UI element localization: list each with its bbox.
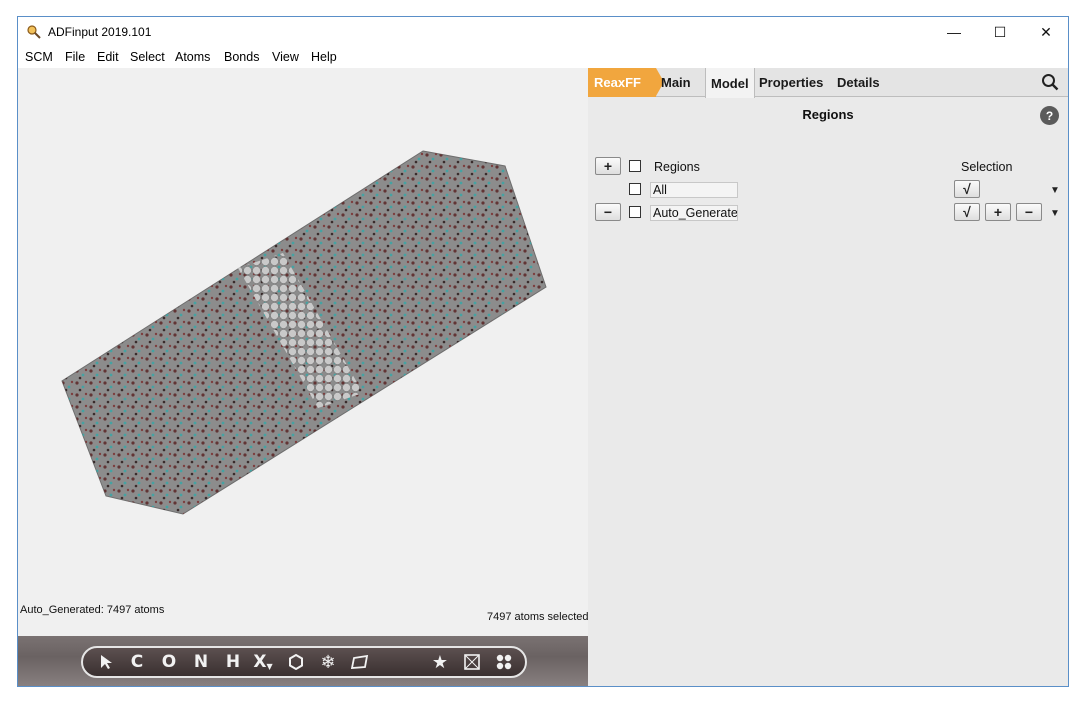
dropdown-arrow-icon[interactable]: ▼ (1050, 185, 1060, 196)
selection-column-header: Selection (961, 160, 1013, 174)
viewport-status-right: 7497 atoms selected (487, 611, 589, 623)
atom-toolbar: C O N H X ▼ ❄ ★ (81, 646, 527, 678)
section-title: Regions (802, 107, 854, 122)
menu-help[interactable]: Help (311, 50, 337, 64)
menu-edit[interactable]: Edit (97, 50, 119, 64)
region-name-field[interactable]: All (650, 182, 738, 198)
settings-panel: ReaxFF Main Model Properties Details Reg… (588, 68, 1068, 686)
plane-icon[interactable] (347, 648, 373, 676)
tab-properties[interactable]: Properties (759, 68, 823, 97)
viewport-status-left: Auto_Generated: 7497 atoms (20, 604, 165, 616)
dropdown-arrow-icon[interactable]: ▼ (1050, 208, 1060, 219)
close-icon: ✕ (1040, 23, 1052, 40)
region-name-field[interactable]: Auto_Generated (650, 205, 738, 221)
star-icon[interactable]: ★ (427, 648, 453, 676)
tool-carbon[interactable]: C (124, 648, 150, 676)
add-to-region-button[interactable]: + (985, 203, 1011, 221)
ring-icon[interactable] (283, 648, 309, 676)
search-icon[interactable] (1041, 73, 1059, 91)
add-region-button[interactable]: + (595, 157, 621, 175)
window-title: ADFinput 2019.101 (48, 25, 152, 39)
menu-atoms[interactable]: Atoms (175, 50, 210, 64)
tool-hydrogen[interactable]: H (220, 648, 246, 676)
region-auto-checkbox[interactable] (629, 206, 641, 218)
menu-view[interactable]: View (272, 50, 299, 64)
menu-select[interactable]: Select (130, 50, 165, 64)
bottom-toolbar: C O N H X ▼ ❄ ★ (18, 636, 588, 686)
simulation-cell-view[interactable] (18, 68, 588, 636)
molecule-viewport[interactable] (18, 68, 588, 636)
minimize-icon: — (947, 24, 961, 40)
tool-element-x[interactable]: X ▼ (250, 648, 276, 676)
tab-model[interactable]: Model (705, 68, 755, 98)
tab-reaxff[interactable]: ReaxFF (588, 68, 664, 97)
tool-nitrogen[interactable]: N (188, 648, 214, 676)
select-region-button[interactable]: √ (954, 203, 980, 221)
regions-column-header: Regions (654, 160, 700, 174)
region-all-checkbox[interactable] (629, 183, 641, 195)
app-logo-icon (27, 25, 41, 39)
snowflake-icon[interactable]: ❄ (315, 648, 341, 676)
help-icon[interactable]: ? (1040, 106, 1059, 125)
select-all-checkbox[interactable] (629, 160, 641, 172)
remove-from-region-button[interactable]: − (1016, 203, 1042, 221)
select-region-button[interactable]: √ (954, 180, 980, 198)
menu-file[interactable]: File (65, 50, 85, 64)
maximize-icon: ☐ (993, 23, 1007, 40)
tool-oxygen[interactable]: O (156, 648, 182, 676)
maximize-button[interactable]: ☐ (977, 17, 1023, 47)
menu-scm[interactable]: SCM (25, 50, 53, 64)
menu-bar: SCM File Edit Select Atoms Bonds View He… (18, 47, 1068, 68)
remove-region-button[interactable]: − (595, 203, 621, 221)
tab-main[interactable]: Main (661, 68, 691, 97)
tab-bar: ReaxFF Main Model Properties Details (588, 68, 1068, 98)
select-arrow-icon[interactable] (93, 648, 119, 676)
title-bar: ADFinput 2019.101 — ☐ ✕ (18, 17, 1068, 47)
cluster-icon[interactable] (491, 648, 517, 676)
minimize-button[interactable]: — (931, 17, 977, 47)
app-window: ADFinput 2019.101 — ☐ ✕ SCM File Edit Se… (17, 16, 1069, 687)
close-button[interactable]: ✕ (1023, 17, 1068, 47)
cell-box-icon[interactable] (459, 648, 485, 676)
tab-details[interactable]: Details (837, 68, 880, 97)
menu-bonds[interactable]: Bonds (224, 50, 259, 64)
